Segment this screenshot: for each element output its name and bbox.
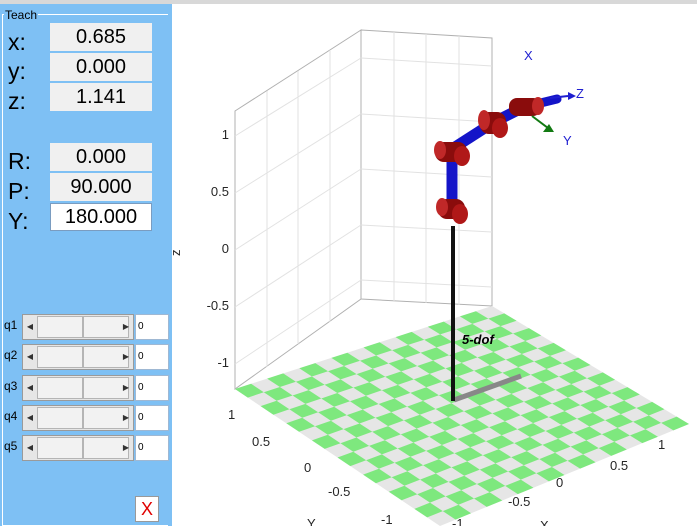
joint-q5-slider[interactable]: ◀ ▶ [22,435,134,461]
teach-panel: Teach x: 0.685 y: 0.000 z: 1.141 R: 0.00… [0,4,172,526]
joint-q2-value[interactable]: 0 [135,344,169,370]
x-value: 0.685 [50,23,152,51]
z-tick-label: -1 [217,355,229,370]
joint-q1-slider[interactable]: ◀ ▶ [22,314,134,340]
joint-q1-label: q1 [4,318,18,332]
arrow-right-icon[interactable]: ▶ [121,442,131,454]
arrow-right-icon[interactable]: ▶ [121,382,131,394]
x-tick-label: -0.5 [508,494,530,509]
x-tick-label: 1 [658,437,665,452]
x-tick-label: 0.5 [610,458,628,473]
z-tick-label: 0.5 [211,184,229,199]
y-value: 0.000 [50,53,152,81]
slider-segment [37,316,83,338]
y-tick-label: -0.5 [328,484,350,499]
slider-segment [37,346,83,368]
z-axis-label: z [172,250,183,257]
frame-x-label: X [524,48,533,63]
y-axis-label: Y [307,516,316,526]
arrow-left-icon[interactable]: ◀ [25,382,35,394]
frame-y-label: Y [563,133,572,148]
close-button[interactable]: X [135,496,159,522]
slider-segment [37,437,83,459]
joint-q3-label: q3 [4,379,18,393]
joint-q2-label: q2 [4,348,18,362]
y-tick-label: -1 [381,512,393,526]
x-tick-label: 0 [556,475,563,490]
y-label: y: [8,58,26,84]
joint-q4-slider[interactable]: ◀ ▶ [22,405,134,431]
z-tick-label: 0 [222,241,229,256]
joint-q5-value[interactable]: 0 [135,435,169,461]
z-tick-label: -0.5 [207,298,229,313]
arrow-right-icon[interactable]: ▶ [121,351,131,363]
teach-panel-title: Teach [4,8,39,22]
joint-q3-slider[interactable]: ◀ ▶ [22,375,134,401]
y-tick-label: 0 [304,460,311,475]
z-tick-label: 1 [222,127,229,142]
robot-name-label: 5-dof [462,332,495,347]
z-value: 1.141 [50,83,152,111]
arrow-right-icon[interactable]: ▶ [121,321,131,333]
yaw-label: Y: [8,208,29,234]
slider-segment [37,407,83,429]
x-axis-label: X [540,518,549,526]
y-tick-label: 1 [228,407,235,422]
pitch-value: 90.000 [50,173,152,201]
frame-z-arrow-icon [568,92,576,100]
arrow-right-icon[interactable]: ▶ [121,412,131,424]
joint-q4-value[interactable]: 0 [135,405,169,431]
robot-joint-5 [509,97,544,116]
yaw-value-field[interactable]: 180.000 [50,203,152,231]
joint-q2-slider[interactable]: ◀ ▶ [22,344,134,370]
joint-q4-label: q4 [4,409,18,423]
joint-q3-value[interactable]: 0 [135,375,169,401]
arrow-left-icon[interactable]: ◀ [25,442,35,454]
joint-q1-value[interactable]: 0 [135,314,169,340]
arrow-left-icon[interactable]: ◀ [25,321,35,333]
x-tick-label: -1 [452,516,464,526]
x-label: x: [8,29,26,55]
robot-3d-plot[interactable]: 1 0.5 0 -0.5 -1 z 1 0.5 0 -0.5 -1 Y -1 -… [172,4,697,526]
roll-label: R: [8,148,31,174]
pitch-label: P: [8,178,30,204]
frame-z-label: Z [576,86,584,101]
frame-y-axis [531,115,549,129]
slider-segment [37,377,83,399]
joint-q5-label: q5 [4,439,18,453]
y-tick-label: 0.5 [252,434,270,449]
z-label: z: [8,88,26,114]
arrow-left-icon[interactable]: ◀ [25,351,35,363]
arrow-left-icon[interactable]: ◀ [25,412,35,424]
roll-value: 0.000 [50,143,152,171]
